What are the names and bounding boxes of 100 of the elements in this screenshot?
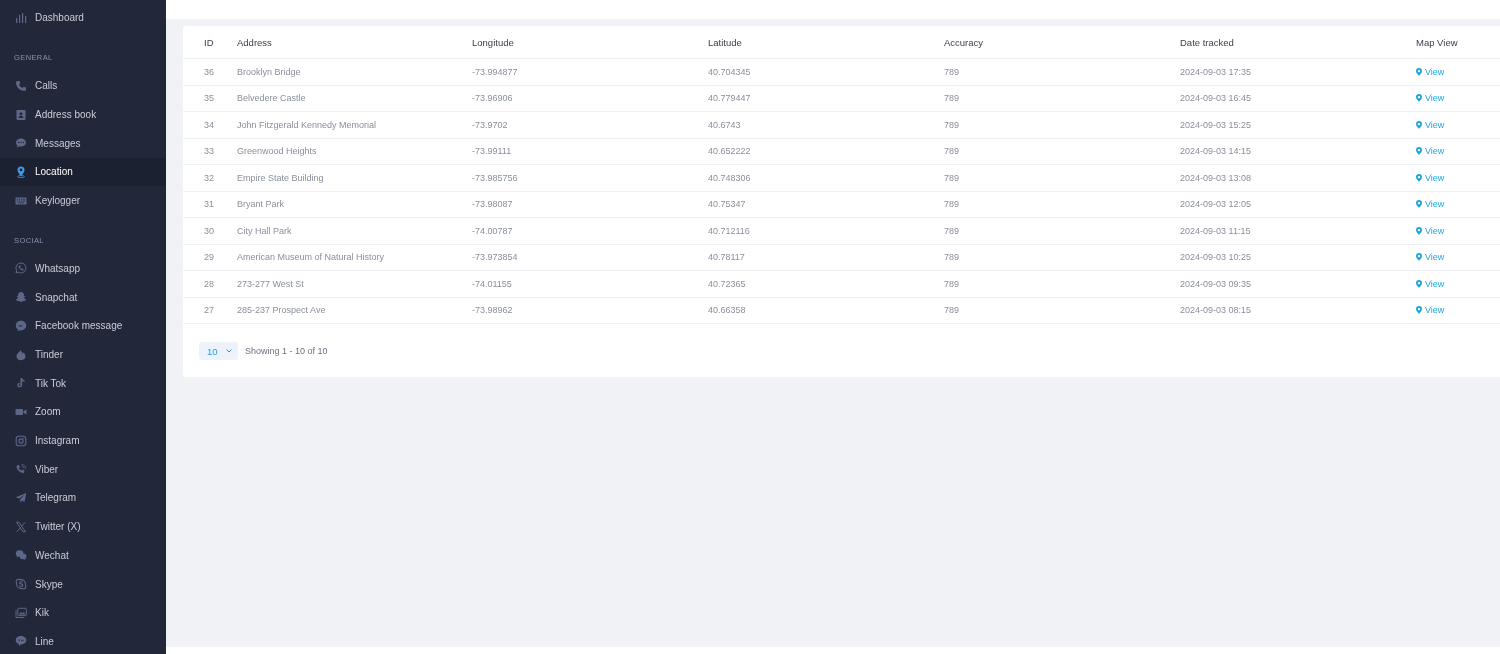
table-cell: American Museum of Natural History <box>237 252 385 263</box>
flame-icon <box>15 348 27 361</box>
two-chat-bubbles-icon <box>15 549 27 562</box>
sidebar-item[interactable]: Calls <box>0 71 166 101</box>
sidebar-item[interactable]: Twitter (X) <box>0 512 166 541</box>
table-cell: John Fitzgerald Kennedy Memorial <box>237 119 377 130</box>
bar-chart-icon <box>15 11 27 24</box>
table-cell-text: 31 <box>203 199 214 210</box>
table-cell: Empire State Building <box>237 172 324 183</box>
table-cell: 789 <box>944 146 960 157</box>
table-cell: 789 <box>944 172 960 183</box>
sidebar-item[interactable]: Facebook message <box>0 311 166 341</box>
sidebar-item[interactable]: Keylogger <box>0 186 166 215</box>
sidebar-item[interactable]: Line <box>0 627 166 654</box>
contact-card-icon <box>15 108 27 121</box>
sidebar-item[interactable]: Telegram <box>0 483 166 513</box>
table-cell: City Hall Park <box>237 225 292 236</box>
map-pin-icon <box>1416 306 1422 315</box>
table-cell: 40.712116 <box>708 225 750 236</box>
table-cell: Brooklyn Bridge <box>237 66 301 77</box>
map-pin-icon <box>1416 253 1422 262</box>
table-cell: 40.75347 <box>708 199 746 210</box>
sidebar-item[interactable]: Whatsapp <box>0 254 166 283</box>
table-cell: 789 <box>944 66 960 77</box>
table-cell: -73.9702 <box>472 119 508 130</box>
x-mark-icon <box>15 520 27 533</box>
map-pin-icon <box>1416 94 1422 103</box>
table-cell: 2024-09-03 15:25 <box>1180 119 1252 130</box>
table-cell-text: 28 <box>203 278 214 289</box>
column-header: Latitude <box>708 36 742 48</box>
sidebar-item[interactable]: Tinder <box>0 340 166 369</box>
table-cell: 40.66358 <box>708 305 746 316</box>
sidebar-item[interactable]: Viber <box>0 454 166 484</box>
table-cell: Bryant Park <box>237 199 285 210</box>
column-header: Date tracked <box>1180 36 1234 48</box>
table-cell: Belvedere Castle <box>237 93 306 104</box>
phone-icon <box>15 79 27 92</box>
sidebar-item[interactable]: Wechat <box>0 540 166 570</box>
sidebar-item[interactable]: Location <box>0 157 166 187</box>
table-cell: -74.01155 <box>472 278 512 289</box>
map-pin-icon <box>1416 200 1422 209</box>
sidebar-item[interactable]: Dashboard <box>0 3 166 33</box>
table-cell: -73.98962 <box>472 305 513 316</box>
table-cell: 285-237 Prospect Ave <box>237 305 326 316</box>
column-header: ID <box>203 36 214 48</box>
chat-bubble-bolt-icon <box>15 319 27 332</box>
table-cell: 789 <box>944 252 960 263</box>
table-cell-text: 32 <box>203 172 214 183</box>
table-cell: 789 <box>944 199 960 210</box>
table-cell: 40.6743 <box>708 119 741 130</box>
table-cell: 2024-09-03 17:35 <box>1180 66 1252 77</box>
pagination-summary: Showing 1 - 10 of 10 <box>245 346 328 356</box>
music-note-icon <box>15 377 27 390</box>
table-cell-text: 36 <box>203 66 214 77</box>
table-cell-text: 27 <box>203 305 214 316</box>
table-cell: 40.72365 <box>708 278 746 289</box>
table-cell-text: 34 <box>203 119 214 130</box>
photos-icon <box>15 606 27 619</box>
map-pin-icon <box>1416 147 1422 156</box>
table-cell-text: 35 <box>203 93 214 104</box>
map-pin-icon <box>1416 226 1422 235</box>
column-header: Address <box>237 36 272 48</box>
table-cell: 789 <box>944 305 960 316</box>
table-cell: 2024-09-03 10:25 <box>1180 252 1252 263</box>
sidebar-item[interactable]: Kik <box>0 598 166 628</box>
table-cell: -73.994877 <box>472 66 518 77</box>
table-cell: -73.99111 <box>472 146 512 157</box>
sidebar-item[interactable]: Snapchat <box>0 282 166 312</box>
sidebar-item[interactable]: Skype <box>0 569 166 599</box>
table-cell: 40.748306 <box>708 172 751 183</box>
table-cell: 2024-09-03 14:15 <box>1180 146 1252 157</box>
sidebar-item[interactable]: Tik Tok <box>0 368 166 398</box>
s-badge-icon <box>15 578 27 590</box>
table-cell: 273-277 West St <box>237 278 304 289</box>
table-cell: 789 <box>944 119 960 130</box>
paper-plane-icon <box>15 491 27 504</box>
table-cell-text: 30 <box>203 225 214 236</box>
table-cell: -73.98087 <box>472 199 513 210</box>
table-cell: 2024-09-03 13:08 <box>1180 172 1252 183</box>
table-cell: 789 <box>944 225 960 236</box>
table-cell: 2024-09-03 09:35 <box>1180 278 1252 289</box>
phone-waves-icon <box>15 463 27 476</box>
map-pin-icon <box>1416 67 1422 76</box>
chat-phone-icon <box>15 262 27 275</box>
table-cell: -73.973854 <box>472 252 518 263</box>
column-header: Map View <box>1416 36 1458 48</box>
table-cell: 2024-09-03 12:05 <box>1180 199 1252 210</box>
table-cell: Greenwood Heights <box>237 146 317 157</box>
table-cell: 2024-09-03 16:45 <box>1180 93 1252 104</box>
table-cell: 789 <box>944 93 960 104</box>
table-cell: -73.96906 <box>472 93 513 104</box>
table-cell: 40.704345 <box>708 66 751 77</box>
table-cell: 40.779447 <box>708 93 751 104</box>
map-pin-icon <box>1416 279 1422 288</box>
table-cell: 40.78117 <box>708 252 745 263</box>
sidebar-item[interactable]: Zoom <box>0 397 166 427</box>
sidebar-item[interactable]: Messages <box>0 128 166 158</box>
sidebar-item[interactable]: Address book <box>0 100 166 129</box>
table-cell: -74.00787 <box>472 225 513 236</box>
sidebar-item[interactable]: Instagram <box>0 426 166 455</box>
